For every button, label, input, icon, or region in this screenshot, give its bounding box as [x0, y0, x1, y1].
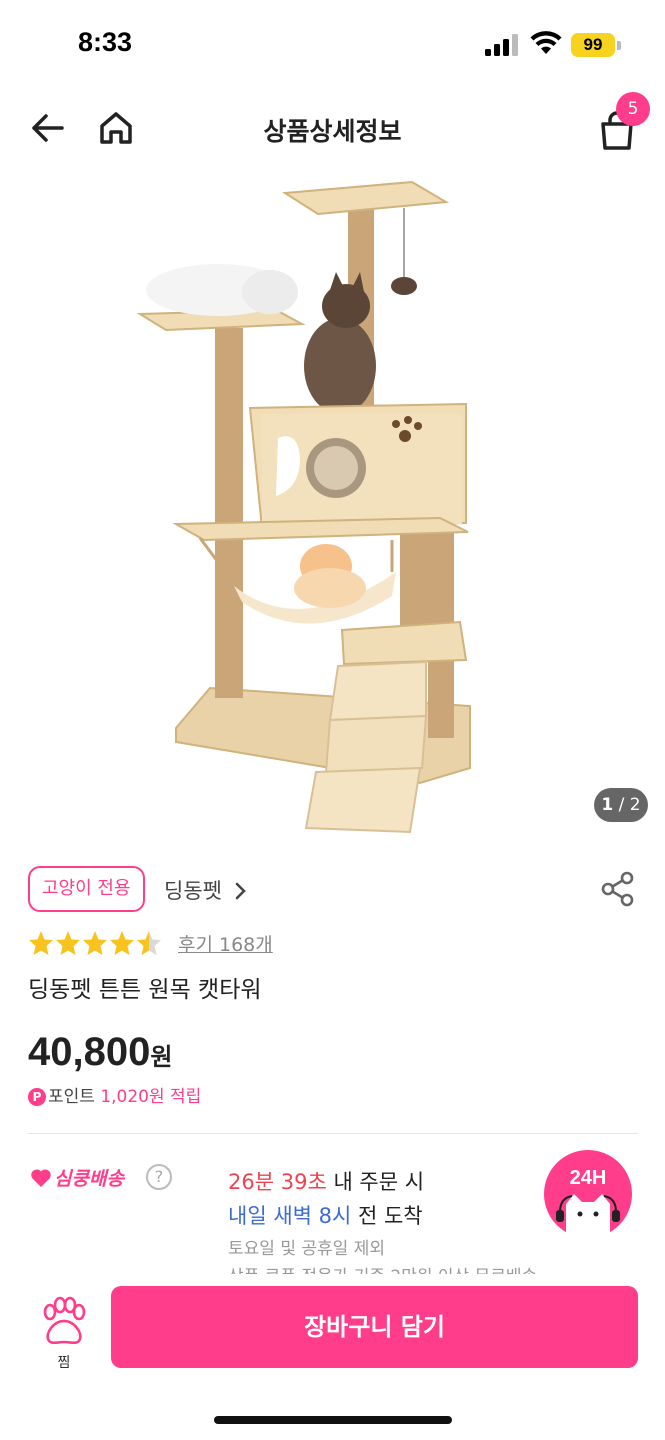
battery-tip [617, 41, 621, 50]
battery-indicator: 99 [571, 33, 621, 57]
delivery-countdown: 26분 39초 내 주문 시 [228, 1166, 424, 1196]
product-image[interactable] [0, 168, 665, 848]
points-icon: P [28, 1088, 46, 1106]
arrival-time: 내일 새벽 8시 [228, 1204, 352, 1228]
rating-row: 후기 168개 [28, 928, 428, 960]
wish-label: 찜 [57, 1355, 71, 1371]
countdown-time: 26분 39초 [228, 1170, 327, 1194]
home-indicator [214, 1416, 452, 1424]
product-price: 40,800원 [28, 1030, 172, 1075]
battery-level: 99 [571, 33, 615, 57]
star-rating-icon [29, 931, 161, 955]
section-divider [28, 1133, 638, 1134]
price-value: 40,800 [28, 1030, 151, 1074]
current-page: 1 [601, 795, 614, 815]
badge-24h-text: 24H [570, 1167, 607, 1189]
delivery-label-text: 심쿵배송 [54, 1168, 124, 1190]
wifi-icon [530, 31, 562, 54]
brand-name: 딩동펫 [164, 879, 222, 903]
review-count-link[interactable]: 후기 168개 [178, 930, 273, 957]
points-info: P 포인트 1,020원 적립 [28, 1082, 201, 1107]
category-tag[interactable]: 고양이 전용 [28, 866, 145, 912]
arrival-suffix: 전 도착 [351, 1204, 423, 1228]
delivery-label: 심쿵배송 [30, 1164, 124, 1191]
share-icon[interactable] [600, 870, 636, 908]
top-navigation: 상품상세정보 [0, 88, 665, 168]
24h-delivery-badge: 24H [544, 1150, 632, 1238]
help-icon[interactable]: ? [146, 1164, 172, 1190]
points-value: 1,020원 [100, 1087, 165, 1107]
wish-button[interactable]: 찜 [36, 1294, 92, 1378]
tag-row: 고양이 전용 딩동펫 [28, 866, 638, 912]
bottom-action-bar: 찜 장바구니 담기 [0, 1278, 665, 1440]
cellular-signal-icon [485, 34, 518, 56]
points-suffix: 적립 [164, 1087, 202, 1107]
cart-count-badge: 5 [616, 92, 650, 126]
add-to-cart-button[interactable]: 장바구니 담기 [111, 1286, 638, 1368]
product-name: 딩동펫 튼튼 원목 캣타워 [28, 977, 262, 1003]
countdown-suffix: 내 주문 시 [326, 1170, 425, 1194]
paw-icon [43, 1296, 86, 1345]
page-separator: / [613, 795, 630, 815]
chevron-right-icon [235, 882, 246, 900]
delivery-note-2: 상품 쿠폰 적용가 기준 2만원 이상 무료배송 [228, 1262, 537, 1274]
page-title: 상품상세정보 [263, 117, 402, 146]
delivery-arrival: 내일 새벽 8시 전 도착 [228, 1200, 423, 1230]
points-prefix: 포인트 [48, 1087, 101, 1107]
price-unit: 원 [150, 1043, 173, 1071]
status-time: 8:33 [78, 27, 133, 57]
status-bar: 8:33 99 [0, 0, 665, 88]
image-page-indicator: 1 / 2 [594, 788, 648, 822]
brand-link[interactable]: 딩동펫 [164, 875, 247, 905]
delivery-note: 토요일 및 공휴일 제외 [228, 1239, 385, 1259]
total-pages: 2 [629, 795, 641, 815]
heart-icon [31, 1169, 51, 1187]
